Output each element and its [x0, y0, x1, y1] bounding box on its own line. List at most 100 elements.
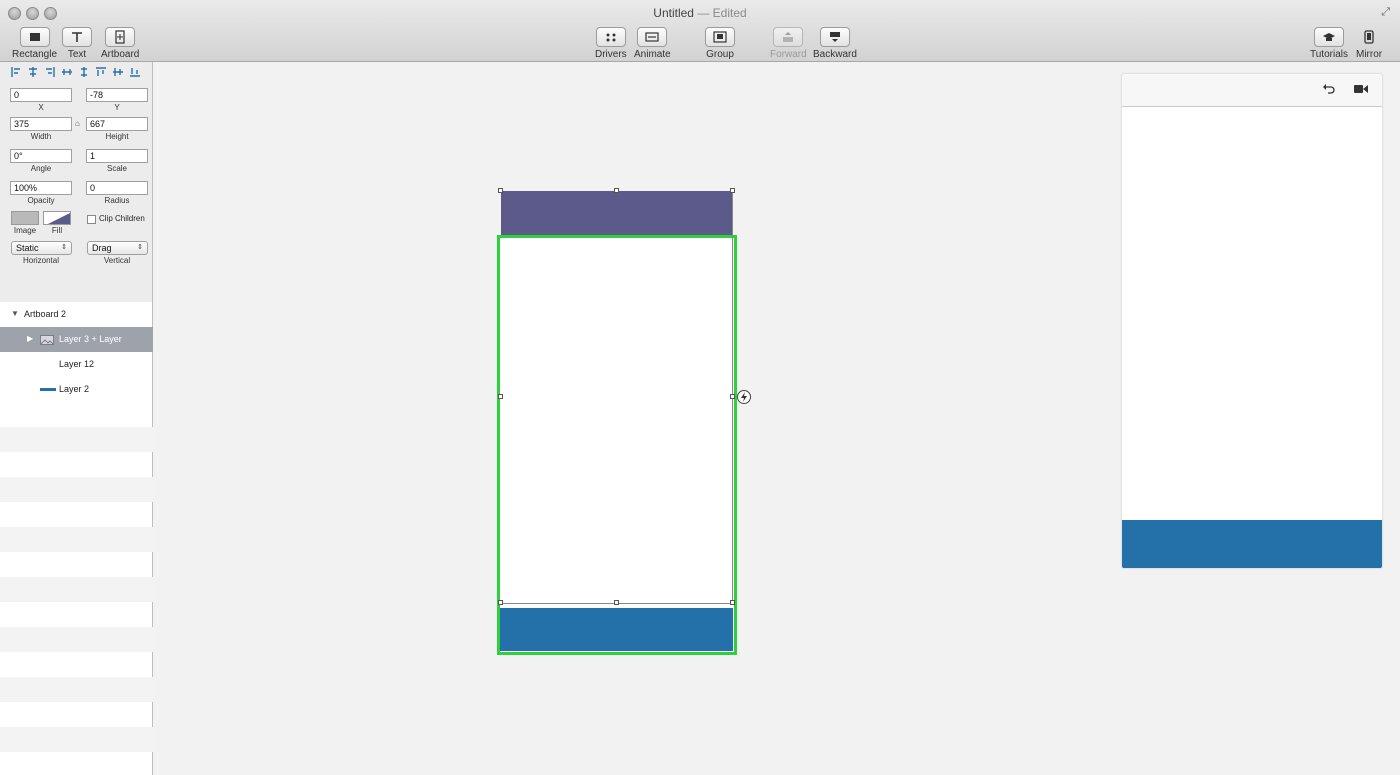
graduation-cap-icon	[1313, 27, 1344, 47]
mirror-label: Mirror	[1356, 49, 1383, 60]
footer-rectangle[interactable]	[500, 608, 733, 651]
phone-icon	[1357, 27, 1381, 47]
clip-children-label: Clip Children	[99, 214, 145, 223]
x-label: X	[38, 103, 44, 112]
radius-field[interactable]: 0	[86, 181, 148, 195]
resize-handle[interactable]	[730, 600, 735, 605]
rectangle-button[interactable]: Rectangle	[12, 27, 57, 60]
y-field[interactable]: -78	[86, 88, 148, 102]
inspector-panel: 0 X -78 Y 375 Width ⌂ 667 Height 0° Angl…	[0, 62, 153, 302]
artboard-label: Artboard 2	[24, 309, 67, 319]
disclosure-down-icon[interactable]: ▼	[11, 309, 19, 318]
artboard-row[interactable]: ▼ Artboard 2	[0, 302, 153, 327]
text-icon	[62, 27, 92, 47]
horizontal-value: Static	[16, 243, 39, 253]
lock-ratio-icon[interactable]: ⌂	[75, 119, 80, 128]
drivers-icon	[595, 27, 626, 47]
opacity-field[interactable]: 100%	[10, 181, 72, 195]
preview-panel	[1122, 74, 1382, 568]
text-label: Text	[67, 49, 87, 60]
artboard-button[interactable]: Artboard	[101, 27, 139, 60]
tutorials-button[interactable]: Tutorials	[1310, 27, 1348, 60]
align-center-h-icon[interactable]	[27, 66, 39, 78]
angle-label: Angle	[30, 164, 52, 173]
backward-label: Backward	[813, 49, 857, 60]
layer-label: Layer 3 + Layer	[59, 334, 122, 344]
distribute-v-icon[interactable]	[78, 66, 90, 78]
x-field[interactable]: 0	[10, 88, 72, 102]
layer-row-layer-2[interactable]: Layer 2	[0, 377, 153, 402]
height-field[interactable]: 667	[86, 117, 148, 131]
align-right-icon[interactable]	[44, 66, 56, 78]
undo-icon[interactable]	[1323, 83, 1335, 95]
drivers-button[interactable]: Drivers	[595, 27, 627, 60]
resize-handle[interactable]	[498, 188, 503, 193]
resize-handle[interactable]	[498, 394, 503, 399]
video-camera-icon[interactable]	[1354, 84, 1368, 94]
layer-stripe	[0, 727, 153, 752]
toolbar: Untitled — Edited ⤢ Rectangle Text Artbo…	[0, 0, 1400, 62]
width-field[interactable]: 375	[10, 117, 72, 131]
chevron-updown-icon: ⇕	[61, 244, 67, 251]
group-button[interactable]: Group	[705, 27, 735, 60]
resize-handle[interactable]	[614, 188, 619, 193]
scale-label: Scale	[106, 164, 127, 173]
horizontal-select[interactable]: Static ⇕	[11, 241, 72, 255]
align-left-icon[interactable]	[10, 66, 22, 78]
rectangle-label: Rectangle	[12, 49, 58, 60]
preview-toolbar	[1122, 74, 1382, 107]
tutorials-label: Tutorials	[1310, 49, 1348, 60]
vertical-select[interactable]: Drag ⇕	[87, 241, 148, 255]
preview-footer	[1122, 520, 1382, 568]
layer-row-layer-12[interactable]: Layer 12	[0, 352, 153, 377]
forward-icon	[773, 27, 804, 47]
animate-button[interactable]: Animate	[634, 27, 671, 60]
fill-label: Fill	[51, 226, 63, 235]
vertical-label: Vertical	[103, 256, 131, 265]
header-rectangle[interactable]	[501, 191, 732, 235]
layer-stripe	[0, 627, 153, 652]
radius-label: Radius	[104, 196, 130, 205]
backward-button[interactable]: Backward	[813, 27, 857, 60]
window-title: Untitled — Edited	[653, 6, 747, 20]
forward-button[interactable]: Forward	[770, 27, 807, 60]
align-top-icon[interactable]	[95, 66, 107, 78]
vertical-value: Drag	[92, 243, 112, 253]
image-layer-icon	[40, 335, 54, 345]
text-button[interactable]: Text	[62, 27, 92, 60]
backward-icon	[819, 27, 850, 47]
layer-row-layer-3[interactable]: ▶ Layer 3 + Layer	[0, 327, 153, 352]
layer-label: Layer 2	[59, 384, 90, 394]
distribute-h-icon[interactable]	[61, 66, 73, 78]
selected-artboard[interactable]	[497, 235, 737, 655]
group-icon	[705, 27, 735, 47]
layer-stripe	[0, 677, 153, 702]
align-middle-icon[interactable]	[112, 66, 124, 78]
angle-field[interactable]: 0°	[10, 149, 72, 163]
resize-handle[interactable]	[614, 600, 619, 605]
layer-stripe	[0, 577, 153, 602]
horizontal-label: Horizontal	[22, 256, 59, 265]
resize-handle[interactable]	[730, 394, 735, 399]
image-swatch[interactable]	[11, 211, 39, 225]
alignment-toolbar	[10, 66, 148, 80]
animate-label: Animate	[634, 49, 671, 60]
layer-label: Layer 12	[59, 359, 95, 369]
artboard-label: Artboard	[101, 49, 140, 60]
group-label: Group	[706, 49, 734, 60]
layer-stripe	[0, 477, 153, 502]
forward-label: Forward	[770, 49, 807, 60]
fullscreen-icon[interactable]: ⤢	[1381, 6, 1390, 19]
fill-swatch[interactable]	[43, 211, 71, 225]
lightning-bolt-icon[interactable]	[737, 390, 751, 404]
height-label: Height	[105, 132, 129, 141]
resize-handle[interactable]	[730, 188, 735, 193]
align-bottom-icon[interactable]	[129, 66, 141, 78]
animate-icon	[637, 27, 668, 47]
scale-field[interactable]: 1	[86, 149, 148, 163]
layers-panel: ▼ Artboard 2 ▶ Layer 3 + Layer Layer 12 …	[0, 302, 153, 775]
disclosure-right-icon[interactable]: ▶	[27, 334, 33, 343]
clip-children-checkbox[interactable]	[87, 215, 96, 224]
resize-handle[interactable]	[498, 600, 503, 605]
mirror-button[interactable]: Mirror	[1356, 27, 1382, 60]
